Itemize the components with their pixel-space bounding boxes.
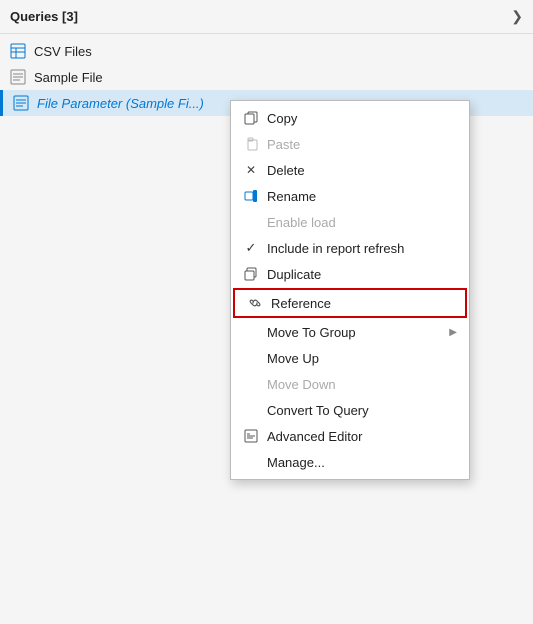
panel-title: Queries [3]	[10, 9, 78, 24]
paste-label: Paste	[267, 137, 457, 152]
lines-icon	[13, 95, 29, 111]
convert-icon	[243, 402, 259, 418]
check-icon: ✓	[243, 240, 259, 256]
table-icon	[10, 43, 26, 59]
collapse-icon: ❯	[511, 8, 523, 25]
paste-icon	[243, 136, 259, 152]
context-menu-advanced-editor[interactable]: Advanced Editor	[231, 423, 469, 449]
delete-label: Delete	[267, 163, 457, 178]
collapse-button[interactable]: ❯	[511, 8, 523, 25]
list-item[interactable]: Sample File	[0, 64, 533, 90]
convert-label: Convert To Query	[267, 403, 457, 418]
include-refresh-label: Include in report refresh	[267, 241, 457, 256]
move-to-group-label: Move To Group	[267, 325, 441, 340]
context-menu-paste[interactable]: Paste	[231, 131, 469, 157]
context-menu-manage[interactable]: Manage...	[231, 449, 469, 475]
move-up-label: Move Up	[267, 351, 457, 366]
context-menu-delete[interactable]: ✕ Delete	[231, 157, 469, 183]
context-menu-reference[interactable]: Reference	[233, 288, 467, 318]
panel: Queries [3] ❯ CSV Files	[0, 0, 533, 624]
duplicate-icon	[243, 266, 259, 282]
context-menu-move-to-group[interactable]: Move To Group ▶	[231, 319, 469, 345]
copy-label: Copy	[267, 111, 457, 126]
lines-icon	[10, 69, 26, 85]
move-down-icon	[243, 376, 259, 392]
move-to-group-icon	[243, 324, 259, 340]
advanced-editor-label: Advanced Editor	[267, 429, 457, 444]
copy-icon	[243, 110, 259, 126]
duplicate-label: Duplicate	[267, 267, 457, 282]
link-icon	[247, 295, 263, 311]
context-menu-enable-load[interactable]: Enable load	[231, 209, 469, 235]
context-menu-move-up[interactable]: Move Up	[231, 345, 469, 371]
context-menu-move-down[interactable]: Move Down	[231, 371, 469, 397]
context-menu: Copy Paste ✕ Delete	[230, 100, 470, 480]
context-menu-copy[interactable]: Copy	[231, 105, 469, 131]
manage-label: Manage...	[267, 455, 457, 470]
context-menu-include-refresh[interactable]: ✓ Include in report refresh	[231, 235, 469, 261]
submenu-arrow: ▶	[449, 327, 457, 338]
list-item[interactable]: CSV Files	[0, 38, 533, 64]
context-menu-duplicate[interactable]: Duplicate	[231, 261, 469, 287]
advanced-editor-icon	[243, 428, 259, 444]
rename-label: Rename	[267, 189, 457, 204]
panel-header: Queries [3] ❯	[0, 0, 533, 34]
delete-icon: ✕	[243, 162, 259, 178]
context-menu-rename[interactable]: Rename	[231, 183, 469, 209]
move-down-label: Move Down	[267, 377, 457, 392]
item-label: File Parameter (Sample Fi...)	[37, 96, 204, 111]
manage-icon	[243, 454, 259, 470]
rename-icon	[243, 188, 259, 204]
reference-label: Reference	[271, 296, 453, 311]
item-label: CSV Files	[34, 44, 92, 59]
context-menu-convert-to-query[interactable]: Convert To Query	[231, 397, 469, 423]
enable-load-label: Enable load	[267, 215, 457, 230]
empty-icon	[243, 214, 259, 230]
item-label: Sample File	[34, 70, 103, 85]
move-up-icon	[243, 350, 259, 366]
